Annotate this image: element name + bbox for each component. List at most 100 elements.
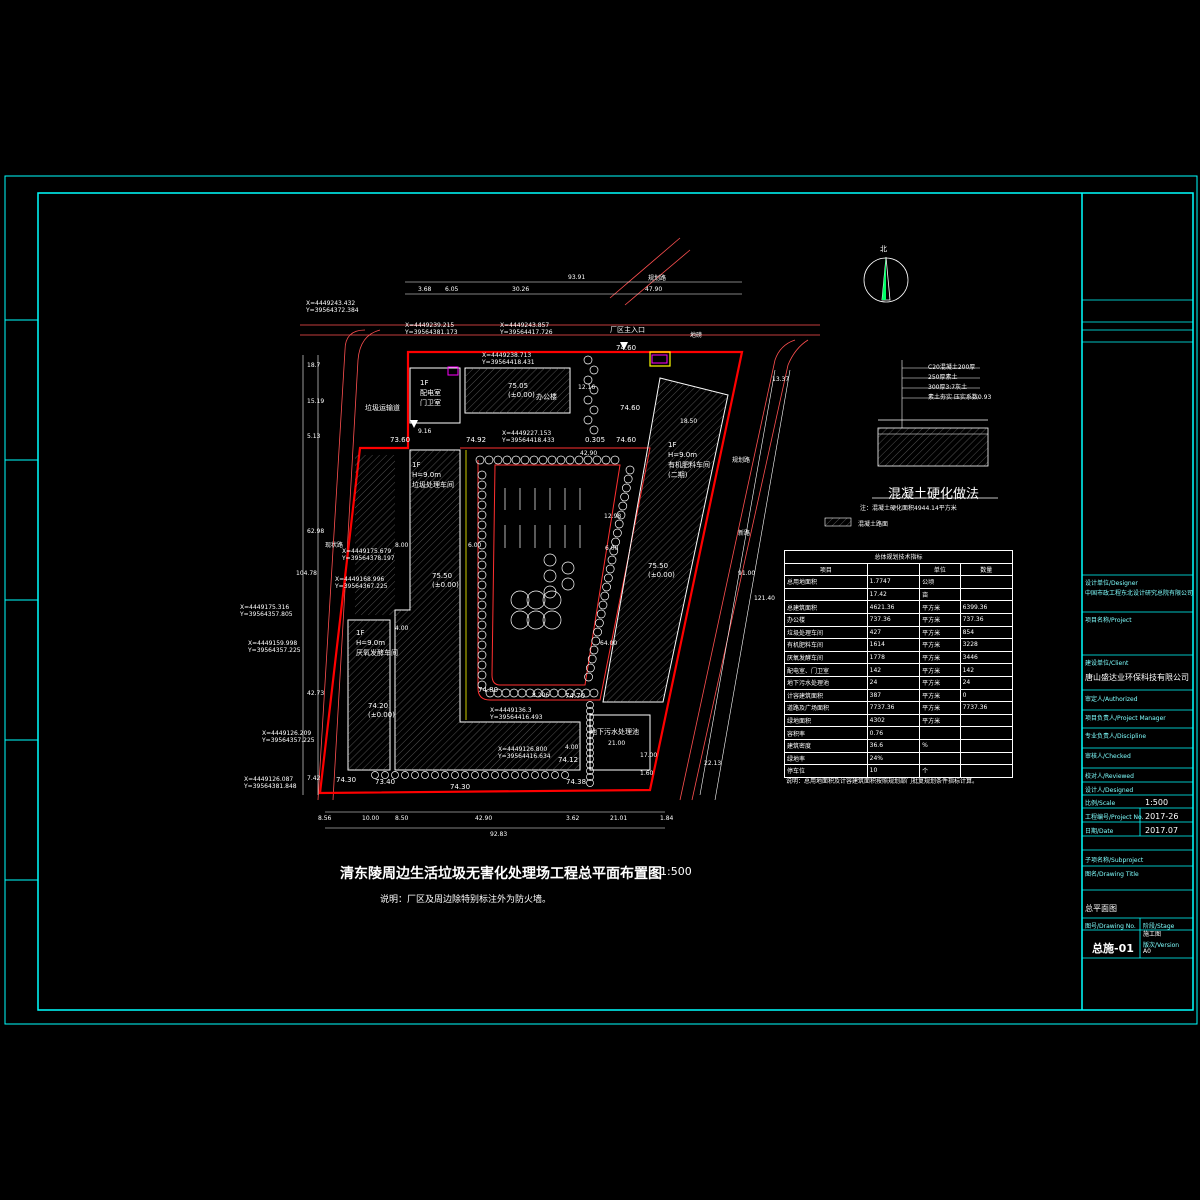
tree-icon [502,455,512,465]
tree-icon [605,564,615,574]
econ-table-cell: 平方米 [919,688,961,703]
tree-icon [589,425,599,435]
coord-point: X=4449243.857 Y=39564417.726 [500,322,553,336]
tree-icon [601,455,611,465]
econ-table-cell [959,713,1014,728]
tree-icon [565,455,575,465]
econ-table-cell: 7737.36 [959,701,1014,715]
coord-x: X=4449136.3 [490,707,532,714]
econ-table-title: 总体规划技术指标 [784,550,1013,564]
tree-icon [477,500,487,510]
sorting-elev-relative: (±0.00) [432,581,459,589]
dim-bottom: 42.90 [475,815,493,822]
tree-icon [583,395,593,405]
sorting-label: 1F H=9.0m 垃圾处理车间 [412,460,454,490]
tree-icon [477,630,487,640]
econ-table-cell: 平方米 [919,713,961,728]
tb-row-label: 审核人/Checked [1085,753,1131,760]
econ-table-cell [959,726,1014,740]
sorting-hatch [395,450,580,770]
econ-table-cell: 平方米 [919,638,961,652]
econ-table-cell: 厌氧发酵车间 [784,650,868,665]
econ-table-row: 垃圾处理车间 427 平方米 854 [784,625,1014,640]
dim-bottom: 1.84 [660,815,674,822]
econ-table-cell [919,751,961,766]
dim-internal: 8.00 [395,542,409,549]
coord-y: Y=39564378.197 [342,555,395,562]
elev-mark: 0.305 [585,436,606,444]
coord-point: X=4449136.3 Y=39564416.493 [490,707,543,721]
dim-internal: 18.50 [680,418,698,425]
dim-left: 5.13 [307,433,321,440]
econ-table-cell: 3228 [959,638,1014,652]
coord-point: X=4449126.209 Y=39564357.225 [262,730,315,744]
compost-name: 有机肥料车间 [668,461,710,469]
econ-table-cell: 有机肥料车间 [784,638,868,652]
tree-icon [607,555,617,565]
parking-stalls [504,488,581,548]
coord-y: Y=39564372.384 [306,307,359,314]
econ-table: 总体规划技术指标 项目 单位 数量 总用地面积 1.7747 公顷 17.42 亩总建筑… [784,550,1014,778]
tree-icon [589,688,599,698]
econ-table-row: 办公楼 737.36 平方米 737.36 [784,612,1014,627]
econ-table-cell: 公顷 [919,575,961,589]
tree-icon [520,455,530,465]
compost-hatch [603,378,728,702]
tree-icon [484,455,494,465]
tree-icon [556,455,566,465]
layer-4: 素土夯实 压实系数0.93 [928,394,992,401]
tree-icon [583,455,593,465]
coord-y: Y=39564416.493 [490,714,543,721]
econ-table-cell: 1614 [866,638,921,652]
tb-row-label: 校对人/Reviewed [1085,773,1134,780]
tree-icon [477,490,487,500]
dim-internal: 12.98 [604,513,622,520]
econ-table-cell [959,575,1014,589]
dim-left: 15.19 [307,398,325,405]
tb-client: 唐山盛达业环保科技有限公司 [1085,673,1189,682]
tree-icon [477,660,487,670]
tb-client-label: 建设单位/Client [1085,660,1129,667]
econ-table-row: 容积率 0.76 [784,726,1014,740]
tb-row-label: 设计人/Designed [1085,787,1134,794]
digester-elev-relative: (±0.00) [368,711,395,719]
tree-icon [501,771,509,779]
econ-table-cell: 平方米 [919,663,961,677]
coord-x: X=4449227.153 [502,430,552,437]
econ-table-cell: 24 [866,675,921,690]
elev-mark: 74.92 [466,436,487,444]
tree-icon [477,510,487,520]
compost-elev-value: 75.50 [648,562,669,570]
tree-icon [477,580,487,590]
econ-table-cell: 4621.36 [866,600,921,614]
tb-scale: 1:500 [1145,798,1169,807]
econ-table-cell [919,726,961,740]
dim-right: 22.13 [704,760,722,767]
layer-3: 300厚3:7灰土 [928,384,968,391]
tree-icon [477,650,487,660]
tree-icon [511,455,521,465]
econ-table-cell: 垃圾处理车间 [784,625,868,640]
sorting-elev: 75.50 (±0.00) [432,572,459,590]
econ-table-cell: 道路及广场面积 [784,701,868,715]
econ-table-row: 总用地面积 1.7747 公顷 [784,575,1014,589]
tb-drawing-title-label: 图名/Drawing Title [1085,871,1139,878]
econ-table-row: 厌氧发酵车间 1778 平方米 3446 [784,650,1014,665]
tree-icon [538,455,548,465]
econ-table-row: 总建筑面积 4621.36 平方米 6399.36 [784,600,1014,614]
outer-frame [4,175,1198,1025]
drawing-note: 说明：厂区及周边除特别标注外为防火墙。 [380,895,552,905]
coord-y: Y=39564416.634 [498,753,551,760]
dim-internal: 64.00 [600,640,618,647]
tree-icon [401,771,409,779]
tree-icon [441,771,449,779]
tree-icon [602,582,611,592]
tree-icon [477,670,487,680]
digester-name: 厌氧发酵车间 [356,649,398,657]
econ-table-cell: 总建筑面积 [784,600,868,614]
west-plaza-hatch [355,455,395,615]
tb-projno-label: 工程编号/Project No. [1085,814,1144,821]
econ-table-row: 有机肥料车间 1614 平方米 3228 [784,638,1014,652]
tree-icon [623,474,633,484]
elev-mark: 74.30 [336,776,357,784]
